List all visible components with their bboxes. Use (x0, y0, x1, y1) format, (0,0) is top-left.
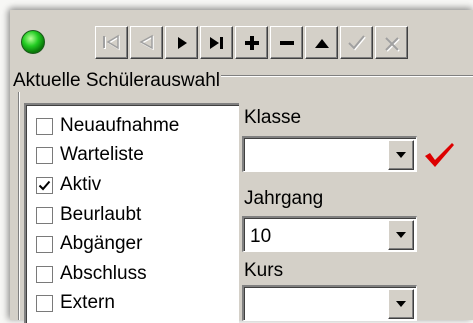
next-record-button[interactable] (165, 26, 198, 59)
kurs-label: Kurs (244, 260, 284, 281)
jahrgang-dropdown-button[interactable] (388, 220, 414, 250)
checkbox-abschluss[interactable] (36, 265, 53, 283)
previous-record-button[interactable] (130, 26, 163, 59)
klasse-dropdown-button[interactable] (388, 140, 414, 170)
checkmark-icon (347, 34, 366, 50)
chevron-down-icon (396, 232, 406, 238)
checkbox-beurlaubt[interactable] (36, 206, 53, 224)
minus-icon (279, 40, 294, 45)
list-item-label: Abschluss (60, 263, 147, 284)
chevron-down-icon (396, 152, 406, 158)
add-record-button[interactable] (235, 26, 268, 59)
chevron-down-icon (396, 301, 406, 307)
list-item[interactable]: Neuaufnahme (36, 114, 179, 138)
list-item[interactable]: Aktiv (36, 173, 101, 197)
first-record-icon (102, 34, 120, 50)
klasse-select[interactable] (242, 136, 417, 172)
list-item[interactable]: Extern (36, 291, 115, 315)
confirm-button[interactable] (340, 26, 373, 59)
checkbox-abgaenger[interactable] (36, 235, 53, 253)
list-item-label: Aktiv (60, 174, 102, 195)
cancel-button[interactable] (375, 26, 408, 59)
list-item[interactable]: Beurlaubt (36, 203, 141, 227)
checkbox-aktiv[interactable] (36, 176, 53, 194)
jahrgang-value: 10 (250, 226, 272, 247)
checkmark-icon (38, 180, 51, 190)
checkbox-extern[interactable] (36, 294, 53, 312)
list-item-label: Neuaufnahme (60, 115, 180, 136)
last-record-button[interactable] (200, 26, 233, 59)
status-filter-list: Neuaufnahme Warteliste Aktiv Beurlaubt A… (24, 103, 239, 323)
klasse-label: Klasse (244, 107, 302, 128)
list-item[interactable]: Abgänger (36, 232, 142, 256)
first-record-button[interactable] (95, 26, 128, 59)
red-checkmark-icon (425, 143, 454, 167)
record-toolbar (10, 10, 473, 64)
kurs-select[interactable] (242, 285, 417, 321)
list-item[interactable]: Warteliste (36, 143, 144, 167)
list-item-label: Extern (60, 292, 115, 313)
last-record-icon (209, 36, 223, 49)
up-button[interactable] (305, 26, 338, 59)
list-item-label: Abgänger (60, 233, 143, 254)
list-item-label: Warteliste (60, 144, 144, 165)
jahrgang-label: Jahrgang (244, 188, 324, 209)
next-record-icon (177, 36, 187, 49)
jahrgang-select[interactable]: 10 (242, 216, 417, 252)
green-status-light-icon (20, 29, 46, 55)
delete-record-button[interactable] (270, 26, 303, 59)
cross-icon (384, 36, 400, 52)
group-title: Aktuelle Schülerauswahl (12, 70, 222, 92)
previous-record-icon (138, 34, 154, 50)
list-item-label: Beurlaubt (60, 204, 142, 225)
kurs-dropdown-button[interactable] (388, 289, 414, 319)
checkbox-warteliste[interactable] (36, 146, 53, 164)
checkbox-neuaufnahme[interactable] (36, 117, 53, 135)
plus-icon (244, 35, 259, 50)
triangle-up-icon (314, 38, 329, 48)
list-item[interactable]: Abschluss (36, 262, 147, 286)
